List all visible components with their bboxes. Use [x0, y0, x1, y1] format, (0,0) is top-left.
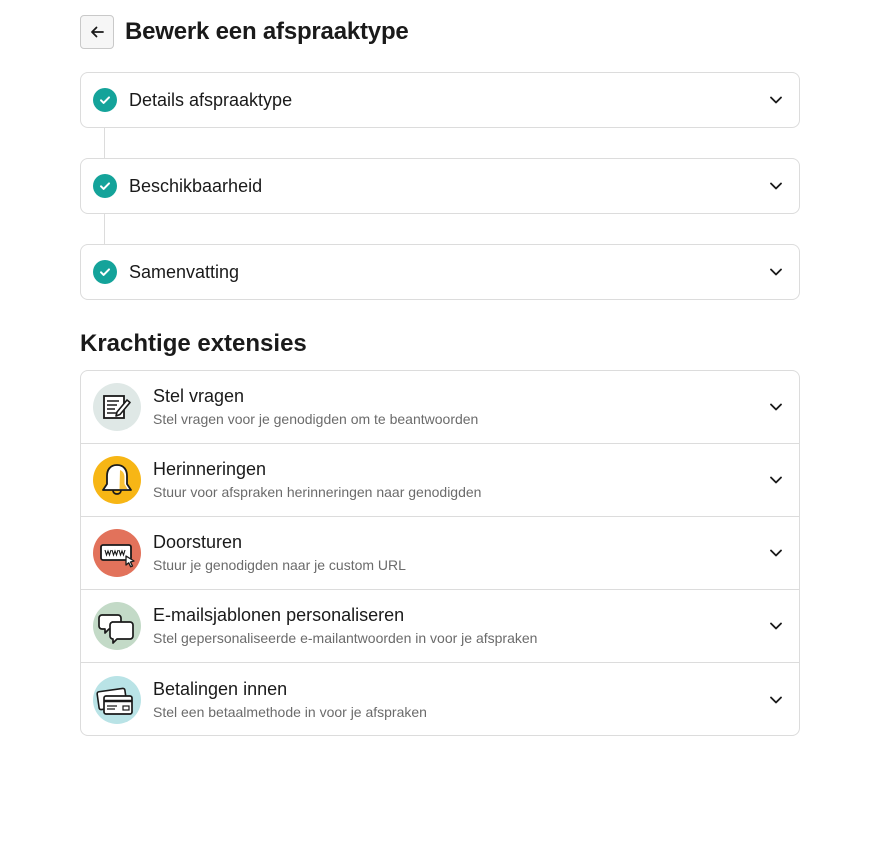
page-title: Bewerk een afspraaktype: [125, 18, 409, 45]
chevron-down-icon[interactable]: [769, 400, 783, 414]
form-edit-icon: [93, 383, 141, 431]
credit-cards-icon: [93, 675, 141, 724]
chat-bubbles-icon: [93, 602, 141, 650]
check-icon: [93, 260, 117, 284]
extension-description: Stuur je genodigden naar je custom URL: [153, 557, 406, 573]
bell-icon: [93, 456, 141, 504]
chevron-down-icon[interactable]: [769, 473, 783, 487]
step-details[interactable]: Details afspraaktype: [80, 72, 800, 128]
extension-title: Doorsturen: [153, 532, 243, 552]
chevron-down-icon[interactable]: [769, 546, 783, 560]
step-label: Details afspraaktype: [129, 89, 293, 110]
chevron-down-icon[interactable]: [769, 93, 783, 107]
chevron-down-icon[interactable]: [769, 179, 783, 193]
extension-questions[interactable]: Stel vragen Stel vragen voor je genodigd…: [81, 371, 799, 444]
back-button[interactable]: [80, 15, 114, 49]
step-connector: [104, 128, 105, 158]
extension-description: Stuur voor afspraken herinneringen naar …: [153, 484, 482, 500]
arrow-left-icon: [91, 26, 104, 38]
extension-description: Stel gepersonaliseerde e-mailantwoorden …: [153, 630, 538, 646]
chevron-down-icon[interactable]: [769, 693, 783, 707]
extension-email-templates[interactable]: E-mailsjablonen personaliseren Stel gepe…: [81, 590, 799, 663]
step-label: Beschikbaarheid: [129, 175, 263, 196]
www-redirect-icon: [93, 529, 141, 577]
check-icon: [93, 88, 117, 112]
extension-description: Stel vragen voor je genodigden om te bea…: [153, 411, 479, 427]
chevron-down-icon[interactable]: [769, 265, 783, 279]
extension-description: Stel een betaalmethode in voor je afspra…: [153, 703, 427, 720]
extension-title: E-mailsjablonen personaliseren: [153, 605, 405, 625]
extensions-list: Stel vragen Stel vragen voor je genodigd…: [80, 370, 800, 736]
page-header: Bewerk een afspraaktype: [80, 15, 409, 49]
extension-payments[interactable]: Betalingen innen Stel een betaalmethode …: [81, 663, 799, 735]
extension-title: Stel vragen: [153, 386, 245, 406]
extension-reminders[interactable]: Herinneringen Stuur voor afspraken herin…: [81, 444, 799, 517]
step-connector: [104, 214, 105, 244]
extension-title: Herinneringen: [153, 459, 267, 479]
extension-title: Betalingen innen: [153, 678, 288, 699]
check-icon: [93, 174, 117, 198]
chevron-down-icon[interactable]: [769, 619, 783, 633]
step-label: Samenvatting: [129, 261, 240, 282]
step-summary[interactable]: Samenvatting: [80, 244, 800, 300]
step-availability[interactable]: Beschikbaarheid: [80, 158, 800, 214]
extension-redirect[interactable]: Doorsturen Stuur je genodigden naar je c…: [81, 517, 799, 590]
extensions-title: Krachtige extensies: [80, 330, 307, 357]
